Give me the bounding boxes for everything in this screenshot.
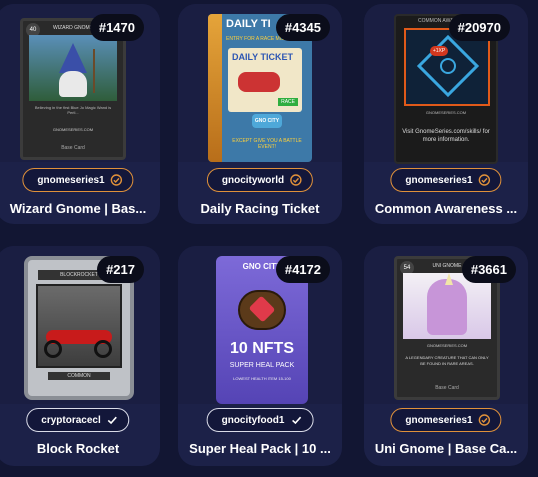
owner-name: gnocityworld — [221, 174, 285, 186]
card-title[interactable]: Uni Gnome | Base Ca... — [364, 441, 528, 456]
owner-pill[interactable]: gnocityworld — [206, 168, 314, 192]
card-art-description: A LEGENDARY CREATURE THAT CAN ONLY BE FO… — [405, 355, 489, 366]
owner-pill[interactable]: gnomeseries1 — [390, 408, 502, 432]
badge-check-icon — [110, 174, 123, 186]
owner-name: gnomeseries1 — [37, 174, 105, 186]
card-art-type: Base Card — [61, 145, 85, 151]
card-thumbnail[interactable]: 40 WIZARD GNOME Believing in the first B… — [0, 4, 160, 162]
card-thumbnail[interactable]: COMMON AWARENESS +1XP GNOMESERIES.COM Vi… — [364, 4, 528, 164]
card-art-header: DAILY TI — [226, 18, 271, 30]
edition-number-badge: #4172 — [275, 256, 330, 283]
card-art-sub: SUPER HEAL PACK — [229, 362, 295, 369]
edition-number-badge: #217 — [97, 256, 144, 283]
card-art-rarity: COMMON — [48, 372, 110, 380]
card-art-type: Base Card — [435, 385, 459, 391]
nft-card[interactable]: COMMON AWARENESS +1XP GNOMESERIES.COM Vi… — [364, 4, 528, 224]
owner-pill[interactable]: gnocityfood1 — [206, 408, 314, 432]
owner-name: gnomeseries1 — [405, 414, 473, 426]
owner-pill[interactable]: cryptoracecl — [26, 408, 130, 432]
card-art-ticket: DAILY TICKET — [232, 52, 294, 62]
badge-check-icon — [290, 174, 302, 186]
card-art-site: GNOMESERIES.COM — [425, 110, 467, 115]
card-thumbnail[interactable]: 54 UNI GNOME GNOMESERIES.COM A LEGENDARY… — [364, 246, 528, 404]
card-title[interactable]: Wizard Gnome | Bas... — [0, 201, 160, 216]
owner-name: gnocityfood1 — [221, 414, 285, 426]
nft-card[interactable]: 40 WIZARD GNOME Believing in the first B… — [0, 4, 160, 224]
card-art-big: 10 NFTS — [229, 340, 294, 357]
card-title[interactable]: Daily Racing Ticket — [178, 201, 342, 216]
nft-card[interactable]: GNO CITY 10 NFTS SUPER HEAL PACK LOWEST … — [178, 246, 342, 466]
badge-check-icon — [478, 174, 491, 186]
card-thumbnail[interactable]: DAILY TI ENTRY FOR A RACE MISSION DAILY … — [178, 4, 342, 162]
card-title[interactable]: Common Awareness ... — [364, 201, 528, 216]
card-art-description: Believing in the first Blue Jo Magic Wan… — [34, 105, 112, 115]
edition-number-badge: #4345 — [275, 14, 330, 41]
card-title[interactable]: Super Heal Pack | 10 ... — [178, 441, 342, 456]
card-art-site: GNOMESERIES.COM — [52, 127, 94, 132]
edition-number-badge: #3661 — [461, 256, 516, 283]
card-art-footer: EXCEPT GIVE YOU A BATTLE EVENT! — [232, 138, 302, 150]
badge-check-icon — [478, 414, 491, 426]
card-thumbnail[interactable]: GNO CITY 10 NFTS SUPER HEAL PACK LOWEST … — [178, 246, 342, 404]
nft-card[interactable]: BLOCKROCKET COMMON #217 cryptoracecl Blo… — [0, 246, 160, 466]
nft-card[interactable]: DAILY TI ENTRY FOR A RACE MISSION DAILY … — [178, 4, 342, 224]
owner-pill[interactable]: gnomeseries1 — [22, 168, 134, 192]
card-art-description: Visit GnomeSeries.com/skills/ for more i… — [402, 129, 490, 143]
check-icon — [291, 416, 301, 425]
card-title[interactable]: Block Rocket — [0, 441, 160, 456]
owner-name: gnomeseries1 — [405, 174, 473, 186]
owner-name: cryptoracecl — [41, 414, 101, 426]
owner-pill[interactable]: gnomeseries1 — [390, 168, 502, 192]
card-thumbnail[interactable]: BLOCKROCKET COMMON #217 — [0, 246, 160, 404]
nft-grid: 40 WIZARD GNOME Believing in the first B… — [0, 0, 538, 477]
edition-number-badge: #1470 — [89, 14, 144, 41]
card-art-race: RACE — [278, 98, 298, 106]
nft-card[interactable]: 54 UNI GNOME GNOMESERIES.COM A LEGENDARY… — [364, 246, 528, 466]
edition-number-badge: #20970 — [448, 14, 510, 41]
card-art-foot: LOWEST HEALTH ITEM 15-100 — [233, 376, 291, 381]
card-art-site: GNOMESERIES.COM — [426, 343, 468, 348]
check-icon — [108, 416, 118, 425]
